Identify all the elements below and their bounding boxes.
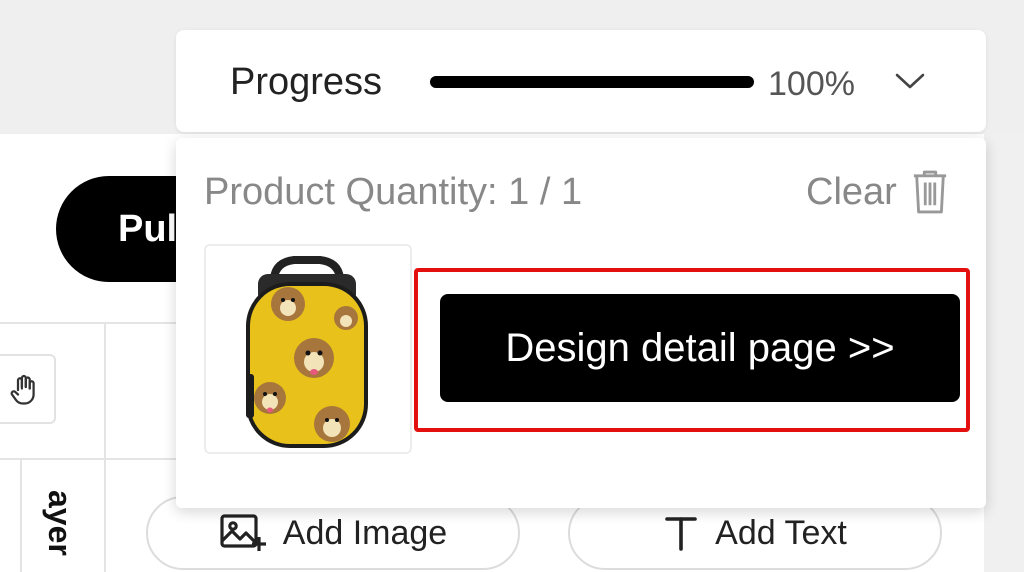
- chevron-down-icon: [895, 73, 925, 89]
- divider: [104, 322, 106, 572]
- progress-percent: 100%: [768, 65, 855, 103]
- progress-bar: [430, 76, 754, 88]
- layer-tab[interactable]: ayer: [42, 490, 86, 572]
- add-image-label: Add Image: [282, 513, 448, 552]
- layer-tab-label: ayer: [42, 490, 78, 556]
- image-add-icon: [219, 513, 267, 553]
- progress-dropdown-panel: Product Quantity: 1 / 1 Clear Design det…: [176, 138, 986, 508]
- divider: [20, 458, 22, 572]
- design-detail-page-label: Design detail page >>: [505, 325, 895, 370]
- trash-icon: [911, 169, 949, 215]
- progress-bar-fill: [430, 76, 754, 88]
- product-quantity-label: Product Quantity: 1 / 1: [204, 171, 583, 213]
- hand-tool-button[interactable]: [0, 354, 56, 424]
- clear-button[interactable]: Clear: [806, 168, 949, 216]
- clear-label: Clear: [806, 170, 897, 213]
- hand-icon: [10, 374, 35, 405]
- right-edge-background: [984, 134, 1024, 572]
- backpack-image: [246, 256, 368, 448]
- progress-label: Progress: [230, 61, 383, 103]
- add-text-label: Add Text: [715, 513, 847, 552]
- design-detail-page-button[interactable]: Design detail page >>: [440, 294, 960, 402]
- text-icon: [663, 513, 699, 553]
- progress-toggle-button[interactable]: [888, 66, 932, 96]
- publish-button-label: Pul: [118, 208, 178, 250]
- progress-header: Progress 100%: [176, 30, 986, 132]
- product-thumbnail: [204, 244, 412, 454]
